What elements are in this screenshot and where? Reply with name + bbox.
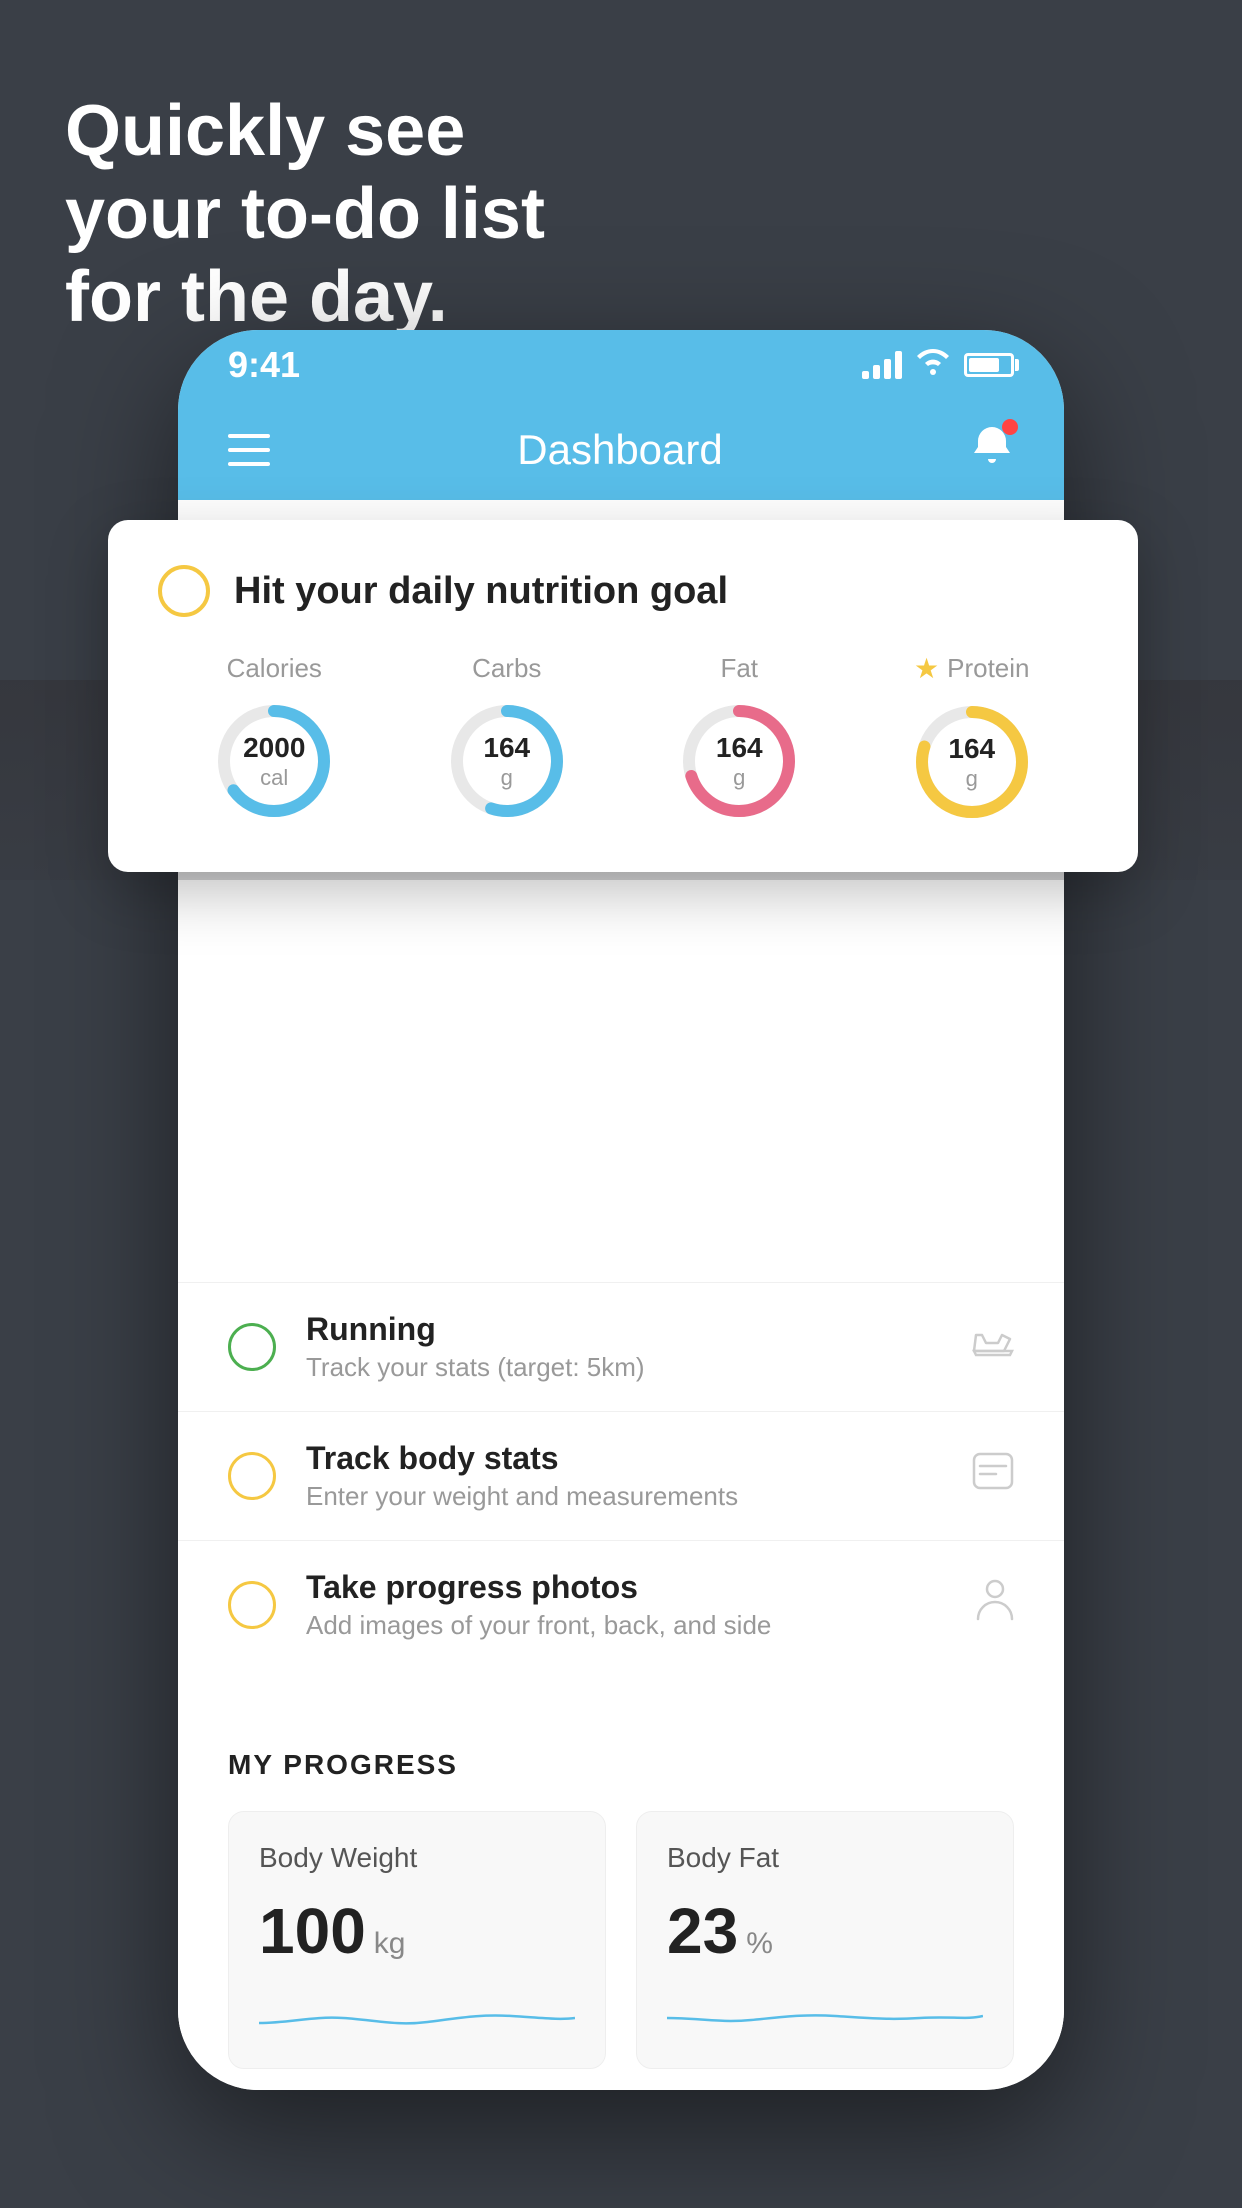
todo-text-bodystats: Track body stats Enter your weight and m…: [306, 1440, 942, 1512]
todo-circle-bodystats: [228, 1452, 276, 1500]
status-icons: [862, 349, 1014, 382]
hamburger-line: [228, 448, 270, 452]
hamburger-line: [228, 434, 270, 438]
calories-label: Calories: [227, 653, 322, 684]
body-fat-card[interactable]: Body Fat 23 %: [636, 1811, 1014, 2069]
fat-value: 164 g: [716, 731, 763, 791]
body-weight-card[interactable]: Body Weight 100 kg: [228, 1811, 606, 2069]
todo-sub-photos: Add images of your front, back, and side: [306, 1610, 946, 1641]
scale-icon: [972, 1452, 1014, 1500]
calories-donut: 2000 cal: [209, 696, 339, 826]
nutrition-card-title: Hit your daily nutrition goal: [234, 570, 728, 613]
notification-bell-icon[interactable]: [970, 423, 1014, 477]
carbs-donut: 164 g: [442, 696, 572, 826]
body-fat-title: Body Fat: [667, 1842, 983, 1874]
list-item[interactable]: Running Track your stats (target: 5km): [178, 1282, 1064, 1411]
calories-stat: Calories 2000 cal: [209, 653, 339, 826]
body-fat-value: 23 %: [667, 1894, 983, 1968]
body-weight-value: 100 kg: [259, 1894, 575, 1968]
hamburger-menu[interactable]: [228, 434, 270, 466]
protein-value: 164 g: [948, 732, 995, 792]
wifi-icon: [916, 349, 950, 382]
person-icon: [976, 1579, 1014, 1631]
nav-title: Dashboard: [517, 426, 722, 474]
nav-bar: Dashboard: [178, 400, 1064, 500]
battery-icon: [964, 353, 1014, 377]
todo-title-running: Running: [306, 1311, 942, 1348]
signal-bars-icon: [862, 351, 902, 379]
progress-section: MY PROGRESS Body Weight 100 kg Body: [178, 1699, 1064, 2069]
progress-header: MY PROGRESS: [228, 1749, 1014, 1781]
body-fat-sparkline: [667, 1988, 983, 2038]
protein-stat: ★ Protein 164 g: [907, 652, 1037, 827]
carbs-stat: Carbs 164 g: [442, 653, 572, 826]
carbs-value: 164 g: [483, 731, 530, 791]
nutrition-check-circle: [158, 565, 210, 617]
fat-donut: 164 g: [674, 696, 804, 826]
todo-text-running: Running Track your stats (target: 5km): [306, 1311, 942, 1383]
todo-circle-photos: [228, 1581, 276, 1629]
headline: Quickly see your to-do list for the day.: [65, 90, 545, 338]
fat-label: Fat: [720, 653, 758, 684]
status-bar: 9:41: [178, 330, 1064, 400]
todo-list: Running Track your stats (target: 5km) T…: [178, 1282, 1064, 1669]
todo-title-bodystats: Track body stats: [306, 1440, 942, 1477]
body-weight-sparkline: [259, 1988, 575, 2038]
list-item[interactable]: Track body stats Enter your weight and m…: [178, 1411, 1064, 1540]
status-time: 9:41: [228, 344, 300, 386]
nutrition-card-header: Hit your daily nutrition goal: [158, 565, 1088, 617]
progress-cards: Body Weight 100 kg Body Fat 23: [228, 1811, 1014, 2069]
todo-title-photos: Take progress photos: [306, 1569, 946, 1606]
shoe-icon: [972, 1326, 1014, 1369]
calories-value: 2000 cal: [243, 731, 305, 791]
todo-sub-running: Track your stats (target: 5km): [306, 1352, 942, 1383]
protein-label: ★ Protein: [914, 652, 1030, 685]
carbs-label: Carbs: [472, 653, 541, 684]
todo-text-photos: Take progress photos Add images of your …: [306, 1569, 946, 1641]
fat-stat: Fat 164 g: [674, 653, 804, 826]
nutrition-card: Hit your daily nutrition goal Calories 2…: [108, 520, 1138, 872]
todo-circle-running: [228, 1323, 276, 1371]
protein-donut: 164 g: [907, 697, 1037, 827]
nutrition-stats: Calories 2000 cal Carbs: [158, 652, 1088, 827]
todo-sub-bodystats: Enter your weight and measurements: [306, 1481, 942, 1512]
list-item[interactable]: Take progress photos Add images of your …: [178, 1540, 1064, 1669]
notification-dot: [1002, 419, 1018, 435]
hamburger-line: [228, 462, 270, 466]
body-weight-title: Body Weight: [259, 1842, 575, 1874]
